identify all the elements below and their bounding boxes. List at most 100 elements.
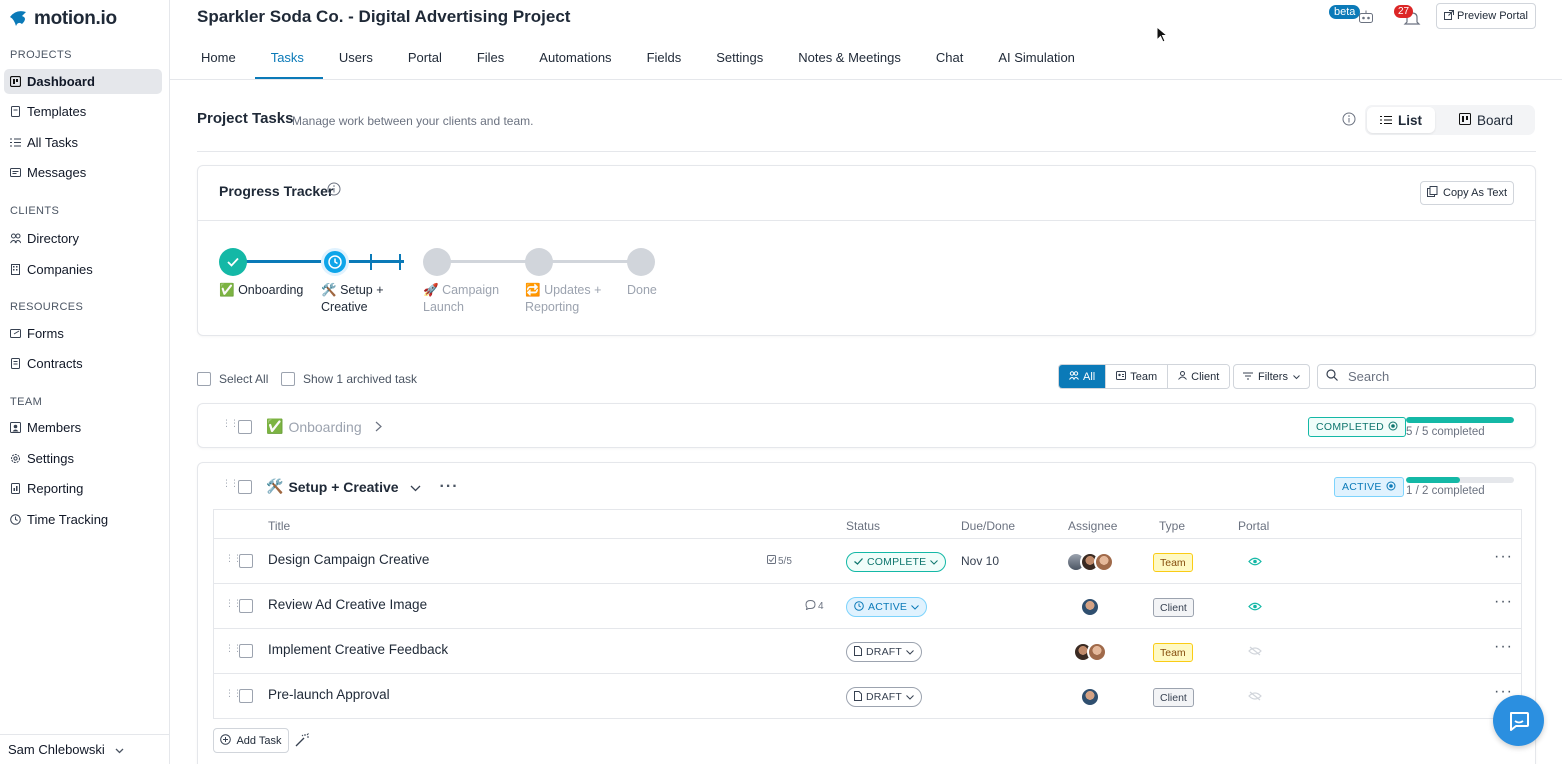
tab-settings[interactable]: Settings bbox=[700, 36, 782, 79]
column-header-status[interactable]: Status bbox=[846, 519, 880, 533]
step-node-onboarding[interactable] bbox=[219, 248, 247, 276]
table-row[interactable]: ⋮⋮ Pre-launch Approval DRAFT Client ··· bbox=[214, 674, 1521, 719]
tab-ai-simulation[interactable]: AI Simulation bbox=[982, 36, 1094, 79]
task-status-dropdown[interactable]: ACTIVE bbox=[846, 597, 928, 617]
app-logo[interactable]: motion.io bbox=[8, 8, 117, 30]
drag-handle-icon[interactable]: ⋮⋮ bbox=[225, 554, 242, 568]
checklist-icon bbox=[767, 555, 776, 567]
avatar[interactable] bbox=[1080, 597, 1100, 617]
filter-team-button[interactable]: Team bbox=[1106, 365, 1169, 388]
sidebar-item-messages[interactable]: Messages bbox=[4, 160, 162, 185]
step-node-campaign-launch[interactable] bbox=[423, 248, 451, 276]
sidebar-item-directory[interactable]: Directory bbox=[4, 226, 162, 251]
column-header-due[interactable]: Due/Done bbox=[961, 519, 1015, 533]
avatar[interactable] bbox=[1094, 552, 1114, 572]
task-title[interactable]: Design Campaign Creative bbox=[268, 552, 429, 567]
task-title[interactable]: Implement Creative Feedback bbox=[268, 642, 448, 657]
step-node-done[interactable] bbox=[627, 248, 655, 276]
drag-handle-icon[interactable]: ⋮⋮ bbox=[222, 479, 239, 493]
checkbox[interactable] bbox=[197, 372, 211, 386]
filter-all-button[interactable]: All bbox=[1059, 365, 1107, 388]
filter-client-button[interactable]: Client bbox=[1168, 365, 1230, 388]
more-options-icon[interactable]: ··· bbox=[440, 478, 459, 494]
checkbox[interactable] bbox=[281, 372, 295, 386]
drag-handle-icon[interactable]: ⋮⋮ bbox=[225, 599, 242, 613]
sidebar-item-templates[interactable]: Templates bbox=[4, 99, 162, 124]
search-input[interactable] bbox=[1348, 369, 1528, 384]
eye-off-icon[interactable] bbox=[1248, 689, 1262, 704]
list-view-button[interactable]: List bbox=[1367, 107, 1435, 133]
info-icon[interactable] bbox=[1342, 112, 1356, 129]
document-icon bbox=[854, 645, 862, 659]
chevron-down-icon[interactable] bbox=[410, 479, 421, 495]
task-due-date[interactable]: Nov 10 bbox=[961, 554, 999, 568]
row-checkbox[interactable] bbox=[239, 644, 253, 658]
info-icon[interactable] bbox=[327, 182, 341, 199]
table-row[interactable]: ⋮⋮ Design Campaign Creative 5/5 COMPLETE… bbox=[214, 539, 1521, 584]
sidebar-item-time-tracking[interactable]: Time Tracking bbox=[4, 507, 162, 532]
eye-off-icon[interactable] bbox=[1248, 644, 1262, 659]
row-checkbox[interactable] bbox=[239, 554, 253, 568]
board-view-button[interactable]: Board bbox=[1459, 107, 1513, 133]
sidebar-item-companies[interactable]: Companies bbox=[4, 257, 162, 282]
column-header-type[interactable]: Type bbox=[1159, 519, 1185, 533]
tab-users[interactable]: Users bbox=[323, 36, 392, 79]
user-menu[interactable]: Sam Chlebowski bbox=[0, 734, 170, 764]
tab-automations[interactable]: Automations bbox=[523, 36, 630, 79]
drag-handle-icon[interactable]: ⋮⋮ bbox=[222, 419, 239, 433]
table-row[interactable]: ⋮⋮ Review Ad Creative Image 4 ACTIVE Cli… bbox=[214, 584, 1521, 629]
group-title[interactable]: 🛠️ Setup + Creative ··· bbox=[266, 478, 459, 495]
sidebar-item-members[interactable]: Members bbox=[4, 415, 162, 440]
more-options-icon[interactable]: ··· bbox=[1494, 549, 1513, 565]
support-chat-button[interactable] bbox=[1493, 695, 1544, 746]
task-status-dropdown[interactable]: DRAFT bbox=[846, 642, 922, 662]
tab-notes-meetings[interactable]: Notes & Meetings bbox=[782, 36, 920, 79]
task-status-dropdown[interactable]: COMPLETE bbox=[846, 552, 947, 572]
row-checkbox[interactable] bbox=[239, 689, 253, 703]
column-header-portal[interactable]: Portal bbox=[1238, 519, 1269, 533]
eye-icon[interactable] bbox=[1248, 599, 1262, 614]
sidebar-item-settings[interactable]: Settings bbox=[4, 446, 162, 471]
magic-wand-icon[interactable] bbox=[295, 733, 309, 750]
select-all-checkbox[interactable]: Select All bbox=[197, 372, 268, 386]
chevron-right-icon[interactable] bbox=[375, 419, 382, 435]
search-box[interactable] bbox=[1317, 364, 1536, 389]
add-task-button[interactable]: Add Task bbox=[213, 728, 289, 753]
more-options-icon[interactable]: ··· bbox=[1494, 594, 1513, 610]
eye-icon[interactable] bbox=[1248, 554, 1262, 569]
filters-dropdown[interactable]: Filters bbox=[1233, 364, 1310, 389]
tab-fields[interactable]: Fields bbox=[631, 36, 701, 79]
preview-portal-button[interactable]: Preview Portal bbox=[1436, 3, 1536, 29]
more-options-icon[interactable]: ··· bbox=[1494, 639, 1513, 655]
table-row[interactable]: ⋮⋮ Implement Creative Feedback DRAFT Tea… bbox=[214, 629, 1521, 674]
tab-tasks[interactable]: Tasks bbox=[254, 36, 324, 79]
task-title[interactable]: Pre-launch Approval bbox=[268, 687, 390, 702]
sidebar-item-reporting[interactable]: Reporting bbox=[4, 476, 162, 501]
progress-line-pending bbox=[450, 260, 526, 263]
task-status-dropdown[interactable]: DRAFT bbox=[846, 687, 922, 707]
sidebar-item-contracts[interactable]: Contracts bbox=[4, 351, 162, 376]
show-archived-checkbox[interactable]: Show 1 archived task bbox=[281, 372, 417, 386]
copy-as-text-button[interactable]: Copy As Text bbox=[1420, 181, 1514, 205]
sidebar-item-all-tasks[interactable]: All Tasks bbox=[4, 130, 162, 155]
step-node-setup-creative[interactable] bbox=[321, 248, 349, 276]
sidebar-item-forms[interactable]: Forms bbox=[4, 321, 162, 346]
robot-icon[interactable] bbox=[1358, 10, 1374, 24]
avatar[interactable] bbox=[1080, 687, 1100, 707]
group-title[interactable]: ✅ Onboarding bbox=[266, 418, 382, 435]
avatar[interactable] bbox=[1087, 642, 1107, 662]
column-header-assignee[interactable]: Assignee bbox=[1068, 519, 1117, 533]
step-node-updates-reporting[interactable] bbox=[525, 248, 553, 276]
row-checkbox[interactable] bbox=[239, 599, 253, 613]
tab-portal[interactable]: Portal bbox=[392, 36, 461, 79]
tab-home[interactable]: Home bbox=[185, 36, 255, 79]
group-checkbox[interactable] bbox=[238, 420, 252, 434]
task-title[interactable]: Review Ad Creative Image bbox=[268, 597, 427, 612]
tab-chat[interactable]: Chat bbox=[920, 36, 982, 79]
sidebar-item-dashboard[interactable]: Dashboard bbox=[4, 69, 162, 94]
drag-handle-icon[interactable]: ⋮⋮ bbox=[225, 689, 242, 703]
group-checkbox[interactable] bbox=[238, 480, 252, 494]
drag-handle-icon[interactable]: ⋮⋮ bbox=[225, 644, 242, 658]
column-header-title[interactable]: Title bbox=[268, 519, 290, 533]
tab-files[interactable]: Files bbox=[461, 36, 523, 79]
